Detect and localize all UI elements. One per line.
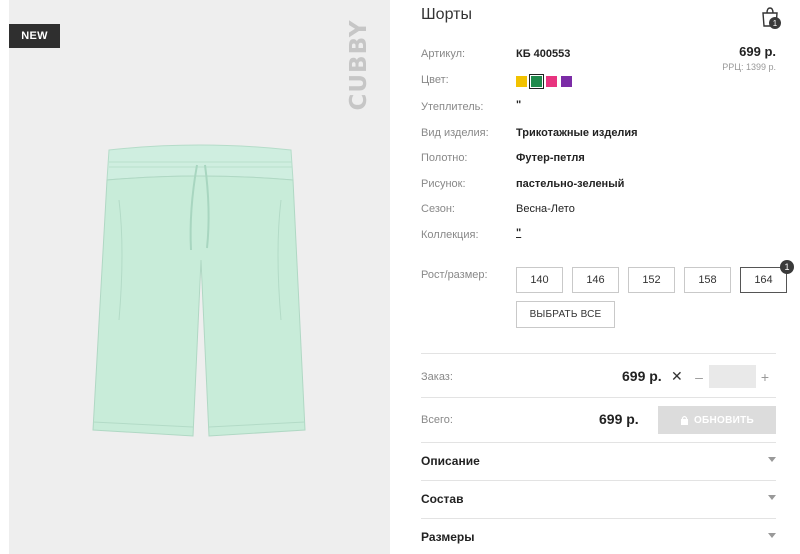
attr-label-fabric: Полотно: [421,152,468,164]
rrp-price: РРЦ: 1399 р. [722,62,776,72]
cart-count-badge: 1 [769,17,781,29]
attr-label-pattern: Рисунок: [421,178,466,190]
accordion-composition[interactable]: Состав [421,481,776,518]
lock-icon [680,415,688,425]
divider [421,353,776,354]
attr-value-fabric: Футер-петля [516,152,585,164]
brand-logo: CUBBY [340,19,378,111]
attr-label-sku: Артикул: [421,48,466,60]
accordion-description-title: Описание [421,454,480,468]
update-button[interactable]: ОБНОВИТЬ [658,406,776,434]
product-details: Шорты 1 699 р. РРЦ: 1399 р. Артикул: КБ … [421,0,794,554]
attr-value-insulation: " [516,99,522,111]
product-image-panel: NEW CUBBY [9,0,390,554]
size-option-158[interactable]: 158 [684,267,731,293]
size-option-140[interactable]: 140 [516,267,563,293]
quantity-increase-button[interactable]: + [758,366,772,388]
color-swatch-pink[interactable] [546,76,557,87]
chevron-down-icon [768,533,776,538]
color-swatch-purple[interactable] [561,76,572,87]
color-swatch-green[interactable] [529,74,544,89]
order-price: 699 р. [622,368,662,384]
attr-value-collection: " [516,227,522,239]
size-count-badge: 1 [780,260,794,274]
attr-label-collection: Коллекция: [421,229,479,241]
update-button-label: ОБНОВИТЬ [693,414,755,426]
total-label: Всего: [421,414,453,426]
accordion-composition-title: Состав [421,492,464,506]
accordion-description[interactable]: Описание [421,443,776,480]
attr-value-sku: КБ 400553 [516,48,571,60]
size-option-152[interactable]: 152 [628,267,675,293]
size-option-164[interactable]: 164 [740,267,787,293]
attr-label-season: Сезон: [421,203,455,215]
price: 699 р. [739,44,776,59]
product-photo-shorts[interactable] [79,140,319,440]
attr-value-pattern: пастельно-зеленый [516,178,625,190]
color-swatches [516,74,572,89]
quantity-decrease-button[interactable]: – [692,366,706,388]
product-title: Шорты [421,6,472,23]
size-label: Рост/размер: [421,269,488,281]
quantity-input[interactable] [709,365,756,388]
attr-value-type: Трикотажные изделия [516,127,638,139]
attr-label-type: Вид изделия: [421,127,489,139]
attr-label-insulation: Утеплитель: [421,101,484,113]
brand-logo-text: CUBBY [346,19,372,111]
order-label: Заказ: [421,371,453,383]
select-all-button[interactable]: ВЫБРАТЬ ВСЕ [516,301,615,328]
size-options: 140 146 152 158 164 1 [516,260,794,293]
chevron-down-icon [768,457,776,462]
accordion-sizes-title: Размеры [421,530,475,544]
size-option-146[interactable]: 146 [572,267,619,293]
chevron-down-icon [768,495,776,500]
divider [421,397,776,398]
color-swatch-yellow[interactable] [516,76,527,87]
multiply-icon: ✕ [671,368,683,384]
attr-label-color: Цвет: [421,74,449,86]
accordion-sizes[interactable]: Размеры [421,519,776,554]
attr-value-season: Весна-Лето [516,203,575,215]
total-price: 699 р. [599,411,639,427]
new-badge: NEW [9,24,60,48]
